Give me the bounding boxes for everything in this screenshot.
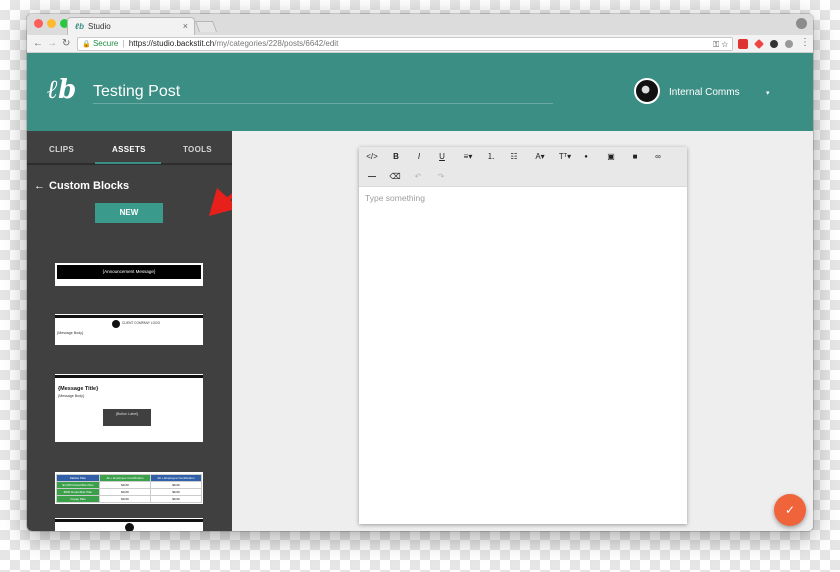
horizontal-rule-icon[interactable]: — (366, 171, 378, 183)
globe-icon (112, 320, 120, 328)
lock-icon: 🔒 (82, 41, 91, 48)
table-cell: $0.00 (98, 488, 151, 496)
table-cell: $0.00 (149, 495, 203, 503)
back-nav-icon[interactable]: ← (33, 38, 43, 49)
font-size-dropdown-icon[interactable]: Tᵀ▾ (556, 151, 574, 163)
app-header: ℓb Testing Post Internal Comms ▾ (27, 53, 813, 131)
key-icon[interactable]: ⚿ ☆ (713, 39, 728, 51)
video-icon[interactable]: ■ (629, 151, 641, 163)
extension-icon[interactable] (785, 40, 793, 48)
title-underline (93, 103, 553, 104)
browser-profile-icon[interactable] (796, 18, 807, 29)
secure-label: Secure (92, 39, 119, 48)
browser-menu-icon[interactable]: ⋮ (800, 37, 810, 48)
table-row: $1,000 Deductible Plan $0.00 $0.00 (56, 481, 203, 489)
back-arrow-icon: ← (34, 180, 45, 192)
custom-block-message[interactable]: {Message Title} {Message Body} {Button L… (55, 374, 203, 442)
extension-icon[interactable] (738, 39, 748, 49)
extension-icon[interactable] (770, 40, 778, 48)
extension-icon[interactable] (754, 39, 764, 49)
editor-toolbar: </> B I U ≡▾ ⒈ ☷ A▾ Tᵀ▾ ● ▣ ■ ∞ — ⌫ ↶ ↷ (359, 147, 687, 187)
table-row: Copay Plan $0.00 $0.00 (56, 495, 203, 503)
table-cell: $1,000 Deductible Plan (56, 481, 100, 489)
block-title-text: {Message Title} (58, 386, 99, 392)
browser-titlebar: ℓb Studio × (27, 14, 813, 36)
post-title[interactable]: Testing Post (93, 83, 180, 101)
link-icon[interactable]: ∞ (652, 151, 664, 163)
org-avatar[interactable] (634, 78, 660, 104)
url-path: /my/categories/228/posts/6642/edit (214, 39, 339, 48)
browser-window: ℓb Studio × ← → ↻ 🔒 Secure | https://stu… (27, 14, 813, 531)
align-dropdown-icon[interactable]: ≡▾ (459, 151, 477, 163)
table-cell: $500 Deductible Plan (56, 488, 100, 496)
block-button-preview: {Button Label} (103, 409, 151, 426)
editor-placeholder[interactable]: Type something (365, 193, 425, 203)
announcement-bar: {Announcement Message} (57, 265, 201, 279)
undo-icon[interactable]: ↶ (412, 171, 424, 183)
block-body-text: {Message Body} (58, 394, 85, 398)
new-tab-button[interactable] (194, 21, 218, 32)
custom-block-logo-header[interactable]: CLIENT COMPANY LOGO {Message Body} (55, 314, 203, 345)
rich-text-editor[interactable]: </> B I U ≡▾ ⒈ ☷ A▾ Tᵀ▾ ● ▣ ■ ∞ — ⌫ ↶ ↷ … (359, 147, 687, 524)
redo-icon[interactable]: ↷ (435, 171, 447, 183)
color-drop-icon[interactable]: ● (581, 151, 591, 163)
custom-block-partial[interactable] (55, 518, 203, 531)
back-to-assets-link[interactable]: ← Custom Blocks (34, 180, 129, 192)
italic-button[interactable]: I (413, 151, 425, 163)
publish-fab-button[interactable]: ✓ (774, 494, 806, 526)
clear-format-icon[interactable]: ⌫ (389, 171, 401, 183)
chevron-down-icon[interactable]: ▾ (766, 89, 770, 97)
text-color-dropdown-icon[interactable]: A▾ (531, 151, 549, 163)
editor-canvas: </> B I U ≡▾ ⒈ ☷ A▾ Tᵀ▾ ● ▣ ■ ∞ — ⌫ ↶ ↷ … (232, 131, 813, 531)
url-host: https://studio.backstit.ch (128, 39, 215, 48)
table-cell: Copay Plan (56, 495, 100, 503)
underline-button[interactable]: U (436, 151, 448, 163)
table-cell: $0.00 (98, 495, 151, 503)
minimize-window-button[interactable] (47, 19, 56, 28)
close-window-button[interactable] (34, 19, 43, 28)
code-view-icon[interactable]: </> (365, 151, 379, 163)
table-header-cell: All + Employee Contribution (149, 474, 203, 482)
tab-assets[interactable]: ASSETS (112, 145, 146, 154)
sidebar-tabs: CLIPS ASSETS TOOLS (27, 131, 232, 165)
globe-icon (125, 523, 134, 531)
table-row: Market Plan All + Employee Contribution … (56, 474, 203, 482)
block-table: Market Plan All + Employee Contribution … (56, 474, 203, 503)
globe-icon (640, 84, 654, 98)
org-name[interactable]: Internal Comms (669, 87, 740, 98)
address-separator: | (122, 39, 125, 48)
browser-tab[interactable]: ℓb Studio × (67, 17, 195, 36)
image-icon[interactable]: ▣ (605, 151, 617, 163)
tab-title: Studio (88, 22, 111, 31)
section-title: Custom Blocks (49, 180, 130, 192)
block-header-bar (55, 375, 203, 378)
block-header-bar (55, 315, 203, 318)
table-cell: $0.00 (98, 481, 151, 489)
backstitch-logo[interactable]: ℓb (47, 75, 76, 105)
table-cell: $0.00 (149, 481, 203, 489)
table-header-cell: All + Employee Contribution (98, 474, 151, 482)
address-bar[interactable]: 🔒 Secure | https://studio.backstit.ch/my… (77, 37, 733, 51)
client-logo-text: CLIENT COMPANY LOGO (122, 321, 161, 325)
ordered-list-icon[interactable]: ⒈ (485, 151, 497, 163)
block-body-text: {Message Body} (57, 331, 84, 335)
table-cell: $0.00 (149, 488, 203, 496)
unordered-list-icon[interactable]: ☷ (508, 151, 520, 163)
custom-block-table[interactable]: Market Plan All + Employee Contribution … (55, 472, 203, 504)
active-tab-indicator (95, 162, 161, 164)
bold-button[interactable]: B (390, 151, 402, 163)
custom-block-announcement[interactable]: {Announcement Message} (55, 263, 203, 286)
browser-toolbar: ← → ↻ 🔒 Secure | https://studio.backstit… (27, 35, 813, 53)
reload-icon[interactable]: ↻ (62, 38, 70, 49)
block-header-bar (55, 519, 203, 522)
forward-nav-icon[interactable]: → (47, 38, 57, 49)
new-block-button[interactable]: NEW (95, 203, 163, 223)
studio-favicon-icon: ℓb (75, 22, 85, 31)
table-header-cell: Market Plan (56, 474, 100, 482)
table-row: $500 Deductible Plan $0.00 $0.00 (56, 488, 203, 496)
sidebar: CLIPS ASSETS TOOLS ← Custom Blocks NEW {A… (27, 131, 232, 531)
tab-clips[interactable]: CLIPS (49, 145, 74, 154)
tab-close-icon[interactable]: × (183, 21, 188, 31)
checkmark-icon: ✓ (784, 503, 796, 517)
